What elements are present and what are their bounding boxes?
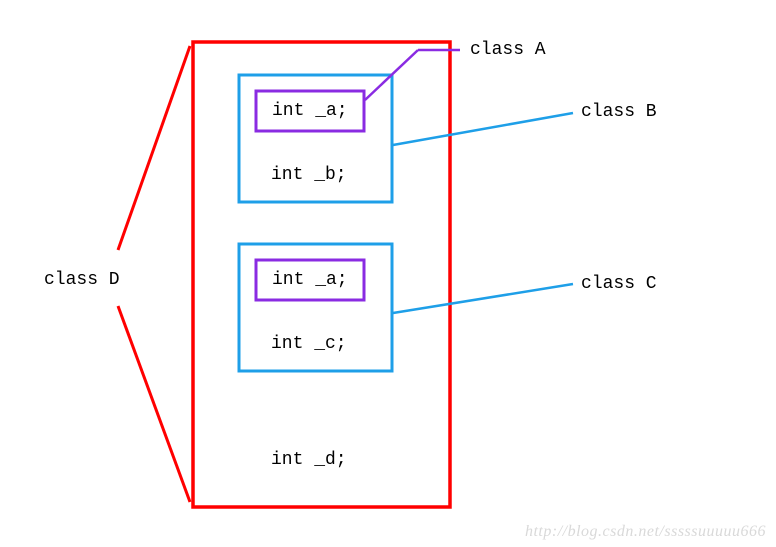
- member-int-a-2: int _a;: [272, 270, 348, 290]
- watermark-text: http://blog.csdn.net/sssssuuuuu666: [525, 523, 766, 541]
- class-d-line-top: [118, 46, 190, 250]
- label-class-d: class D: [44, 270, 120, 290]
- class-b-line: [393, 113, 573, 145]
- label-class-b: class B: [581, 102, 657, 122]
- member-int-c: int _c;: [271, 334, 347, 354]
- label-class-c: class C: [581, 274, 657, 294]
- label-class-a: class A: [470, 40, 546, 60]
- member-int-b: int _b;: [271, 165, 347, 185]
- class-c-line: [393, 284, 573, 313]
- member-int-a-1: int _a;: [272, 101, 348, 121]
- class-d-line-bottom: [118, 306, 190, 502]
- member-int-d: int _d;: [271, 450, 347, 470]
